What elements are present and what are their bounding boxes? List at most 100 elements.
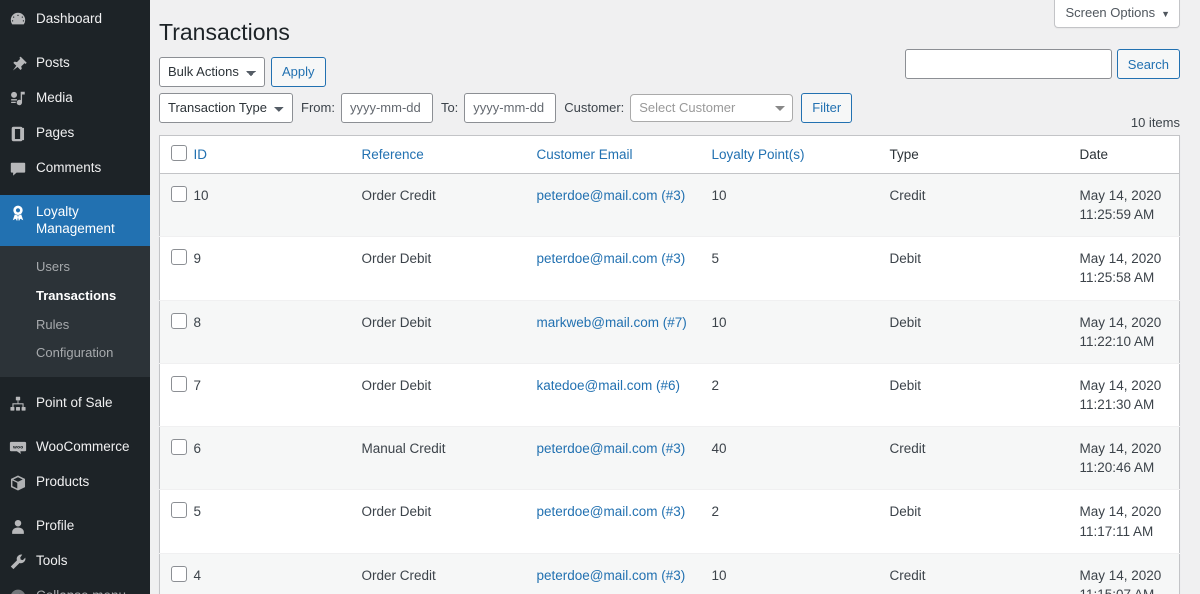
sidebar-item-woocommerce[interactable]: woo WooCommerce (0, 430, 150, 465)
column-header-customer-email[interactable]: Customer Email (536, 135, 712, 174)
table-row: 10 Order Credit peterdoe@mail.com (#3) 10 Cr… (159, 173, 1180, 237)
cell-date-day: May 14, 2020 (1079, 187, 1162, 203)
screen-options-toggle[interactable]: Screen Options ▼ (1054, 0, 1180, 28)
sidebar-item-products[interactable]: Products (0, 465, 150, 500)
admin-sidebar: Dashboard Posts Media Pages Comments Loy… (0, 0, 150, 594)
row-checkbox[interactable] (171, 439, 187, 456)
sidebar-submenu-loyalty: Users Transactions Rules Configuration (0, 245, 150, 378)
row-select-cell (159, 489, 194, 554)
cell-reference: Order Debit (361, 236, 537, 301)
sidebar-item-comments[interactable]: Comments (0, 151, 150, 186)
sidebar-item-collapse-menu[interactable]: Collapse menu (0, 579, 150, 594)
sidebar-item-label: Products (36, 474, 90, 490)
apply-button[interactable]: Apply (271, 56, 326, 87)
comments-icon (0, 159, 36, 178)
from-label: From: (301, 100, 335, 116)
cell-id: 6 (193, 426, 362, 490)
filter-button[interactable]: Filter (801, 92, 853, 123)
cell-loyalty-points: 2 (711, 489, 890, 554)
table-row: 7 Order Debit katedoe@mail.com (#6) 2 Debit M… (159, 362, 1180, 427)
cell-type: Credit (889, 426, 1080, 490)
column-header-link[interactable]: Loyalty Point(s) (712, 147, 805, 162)
row-select-cell (159, 426, 194, 490)
customer-email-link[interactable]: peterdoe@mail.com (#3) (537, 568, 686, 583)
sidebar-item-label: Posts (36, 55, 70, 70)
sidebar-divider (0, 421, 150, 430)
column-header-link[interactable]: Reference (362, 147, 424, 162)
sidebar-item-pages[interactable]: Pages (0, 116, 150, 151)
sidebar-item-label: Dashboard (36, 11, 103, 26)
select-all-checkbox[interactable] (171, 144, 187, 161)
row-checkbox[interactable] (171, 502, 187, 519)
column-header-loyalty-points[interactable]: Loyalty Point(s) (711, 135, 890, 174)
customer-email-link[interactable]: markweb@mail.com (#7) (537, 315, 687, 330)
customer-email-link[interactable]: peterdoe@mail.com (#3) (537, 441, 686, 456)
row-checkbox[interactable] (171, 565, 187, 582)
row-checkbox[interactable] (171, 185, 187, 202)
row-checkbox[interactable] (171, 249, 187, 266)
column-header-id[interactable]: ID (193, 135, 362, 174)
cell-customer-email: peterdoe@mail.com (#3) (536, 552, 712, 594)
user-icon (0, 517, 36, 536)
admin-page: Dashboard Posts Media Pages Comments Loy… (0, 0, 1200, 594)
sidebar-subitem-label: Users (36, 258, 70, 274)
collapse-icon (0, 587, 36, 594)
woocommerce-icon: woo (0, 438, 36, 457)
customer-select[interactable]: Select Customer (630, 93, 794, 122)
sidebar-subitem-users[interactable]: Users (0, 253, 150, 282)
wrench-icon (0, 552, 36, 571)
column-header-link[interactable]: ID (194, 147, 208, 162)
chevron-down-icon: ▼ (1161, 9, 1170, 19)
sidebar-item-media[interactable]: Media (0, 81, 150, 116)
cell-customer-email: peterdoe@mail.com (#3) (536, 173, 712, 237)
search-button[interactable]: Search (1116, 49, 1180, 79)
column-header-reference[interactable]: Reference (361, 135, 537, 174)
pin-icon (0, 54, 36, 73)
cell-date-time: 11:21:30 AM (1079, 396, 1155, 412)
customer-email-link[interactable]: peterdoe@mail.com (#3) (537, 504, 686, 519)
screen-options-label: Screen Options (1065, 5, 1156, 20)
sidebar-item-profile[interactable]: Profile (0, 509, 150, 544)
sidebar-subitem-transactions[interactable]: Transactions (0, 282, 150, 311)
cell-date-time: 11:22:10 AM (1079, 333, 1155, 349)
sidebar-item-label: Media (36, 90, 73, 105)
to-date-input[interactable] (464, 92, 557, 123)
search-input[interactable] (904, 49, 1112, 79)
transactions-table: ID Reference Customer Email Loyalty Poin… (159, 134, 1180, 594)
cell-type: Debit (889, 299, 1080, 364)
transaction-type-select[interactable]: Transaction Type (159, 92, 293, 123)
sidebar-divider (0, 186, 150, 195)
cell-date-time: 11:15:07 AM (1080, 585, 1170, 594)
sidebar-item-dashboard[interactable]: Dashboard (0, 0, 150, 37)
row-checkbox[interactable] (171, 375, 187, 392)
sidebar-item-tools[interactable]: Tools (0, 544, 150, 579)
customer-email-link[interactable]: peterdoe@mail.com (#3) (537, 188, 686, 203)
row-checkbox[interactable] (171, 312, 187, 329)
cell-date: May 14, 2020 11:25:59 AM (1079, 173, 1180, 237)
cell-date-day: May 14, 2020 (1079, 567, 1162, 583)
sidebar-item-label: Profile (36, 518, 75, 534)
customer-email-link[interactable]: katedoe@mail.com (#6) (537, 378, 681, 393)
sidebar-item-point-of-sale[interactable]: Point of Sale (0, 386, 150, 421)
column-header-link[interactable]: Customer Email (537, 147, 633, 162)
cell-date: May 14, 2020 11:15:07 AM (1079, 552, 1180, 594)
cell-reference: Order Debit (361, 489, 537, 554)
sidebar-item-posts[interactable]: Posts (0, 46, 150, 81)
cell-type: Debit (889, 362, 1080, 427)
cell-loyalty-points: 10 (711, 299, 890, 364)
sidebar-subitem-rules[interactable]: Rules (0, 311, 150, 340)
select-all-header (159, 135, 194, 174)
cell-customer-email: peterdoe@mail.com (#3) (536, 426, 712, 490)
sidebar-item-loyalty-management[interactable]: Loyalty Management (0, 195, 150, 246)
from-date-input[interactable] (340, 92, 433, 123)
customer-email-link[interactable]: peterdoe@mail.com (#3) (537, 251, 686, 266)
sidebar-item-label: Collapse menu (36, 587, 136, 594)
cell-customer-email: katedoe@mail.com (#6) (536, 362, 712, 427)
table-row: 5 Order Debit peterdoe@mail.com (#3) 2 Debit… (159, 489, 1180, 554)
table-row: 6 Manual Credit peterdoe@mail.com (#3) 40 Cr… (159, 426, 1180, 490)
sidebar-item-label: Tools (36, 553, 68, 569)
bulk-actions-select[interactable]: Bulk Actions (159, 56, 265, 87)
sidebar-subitem-configuration[interactable]: Configuration (0, 339, 150, 368)
page-title: Transactions (159, 19, 290, 45)
cell-type: Credit (889, 173, 1080, 237)
